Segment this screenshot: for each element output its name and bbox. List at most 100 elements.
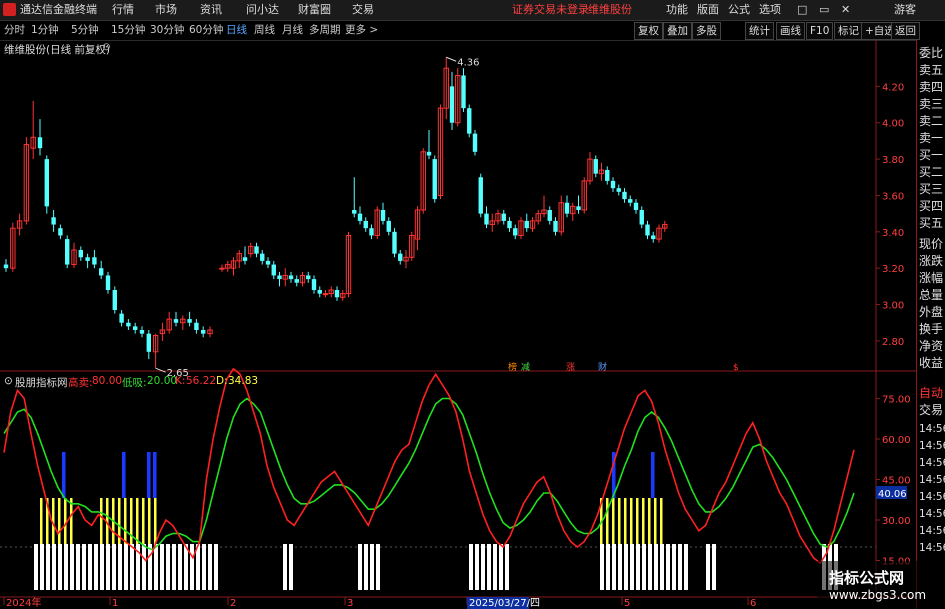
candle-body-down <box>3 264 9 269</box>
panel-auto[interactable]: 自动 <box>919 385 943 401</box>
draw-button[interactable]: 画线 <box>776 22 805 40</box>
price-axis-label: 4.00 <box>882 119 904 130</box>
signal-bar-white <box>40 544 44 590</box>
signal-bar-yellow <box>618 498 621 544</box>
signal-bar-yellow <box>100 498 103 544</box>
signal-bar-white <box>666 544 670 590</box>
multi-stock-button[interactable]: 多股 <box>692 22 721 40</box>
period-60min[interactable]: 60分钟 <box>189 23 223 38</box>
event-marker: 涨 <box>566 362 575 373</box>
signal-bar-yellow <box>136 498 139 544</box>
signal-bar-white <box>487 544 491 590</box>
period-multi[interactable]: 多周期 <box>309 23 341 38</box>
current-value-label: 40.06 <box>878 489 907 500</box>
indicator-icon[interactable]: ⊙ <box>4 375 13 387</box>
panel-ask2: 卖二 <box>919 114 944 128</box>
signal-bar-white <box>94 544 98 590</box>
price-axis-label: 3.00 <box>882 301 904 312</box>
panel-bid5: 买五 <box>919 216 944 230</box>
period-15min[interactable]: 15分钟 <box>111 23 145 38</box>
period-daily[interactable]: 日线 <box>226 23 247 38</box>
restore-button[interactable]: □ <box>797 2 807 18</box>
signal-bar-white <box>642 544 646 590</box>
period-30min[interactable]: 30分钟 <box>150 23 184 38</box>
menu-formula[interactable]: 公式 <box>728 2 750 18</box>
candle-body-down <box>265 260 271 265</box>
mark-button[interactable]: 标记 <box>834 22 863 40</box>
panel-price: 现价 <box>919 237 944 251</box>
stock-name-header: 维维股份 <box>588 3 632 16</box>
signal-bar-white <box>624 544 628 590</box>
candle-body-down <box>146 333 151 352</box>
signal-bar-blue <box>122 452 126 498</box>
event-marker: 减 <box>521 361 530 373</box>
param-k-value: 56.22 <box>186 375 217 387</box>
menu-news[interactable]: 资讯 <box>200 2 222 18</box>
candle-body-down <box>58 228 63 236</box>
candle-body-down <box>553 220 558 232</box>
stats-button[interactable]: 统计 <box>745 22 774 40</box>
candle-body-down <box>507 220 512 229</box>
signal-bar-white <box>214 544 218 590</box>
chart-svg[interactable]: 4.20 4.00 3.80 3.60 3.40 3.20 3.00 2.80 75.00 60.… <box>0 40 916 609</box>
minimize-button[interactable]: ▭ <box>819 2 829 18</box>
period-monthly[interactable]: 月线 <box>282 23 303 38</box>
signal-bar-white <box>481 544 485 590</box>
signal-bar-yellow <box>70 498 73 544</box>
indicator-name[interactable]: 股朋指标网 <box>15 375 68 390</box>
signal-bar-white <box>82 544 86 590</box>
signal-bar-white <box>475 544 479 590</box>
candle-body-down <box>306 275 311 280</box>
param-sell-value: 80.00 <box>92 375 123 387</box>
f10-button[interactable]: F10 <box>806 22 834 40</box>
signal-bar-white <box>52 544 56 590</box>
signal-bar-white <box>58 544 62 590</box>
signal-bar-white <box>684 544 688 590</box>
period-minute-line[interactable]: 分时 <box>4 23 25 38</box>
menu-trade[interactable]: 交易 <box>352 2 374 18</box>
candle-body-down <box>478 177 483 214</box>
login-status[interactable]: 证券交易未登录 <box>512 2 589 18</box>
back-button[interactable]: 返回 <box>891 22 920 40</box>
signal-bar-blue <box>62 452 66 498</box>
panel-trade[interactable]: 交易 <box>919 402 943 418</box>
menu-layout[interactable]: 版面 <box>697 2 719 18</box>
high-marker-label: 4.36 <box>457 57 479 68</box>
signal-bar-white <box>106 544 110 590</box>
signal-bar-white <box>160 544 164 590</box>
panel-bid3: 买三 <box>919 182 944 196</box>
candle-body-up <box>322 293 329 296</box>
candle-body-down <box>622 191 627 200</box>
price-axis-label: 2.80 <box>882 337 904 348</box>
menu-market[interactable]: 市场 <box>155 2 177 18</box>
signal-bar-white <box>70 544 74 590</box>
menu-options[interactable]: 选项 <box>759 2 781 18</box>
signal-bar-yellow <box>642 498 645 544</box>
menu-wealth[interactable]: 财富圈 <box>298 2 331 18</box>
candle-body-down <box>576 206 581 210</box>
period-weekly[interactable]: 周线 <box>254 23 275 38</box>
period-1min[interactable]: 1分钟 <box>31 23 59 38</box>
candle-body-down <box>334 290 340 298</box>
guest-label[interactable]: 游客 <box>894 2 916 18</box>
candle-body-down <box>352 210 357 214</box>
overlay-button[interactable]: 叠加 <box>663 22 692 40</box>
signal-bar-white <box>202 544 206 590</box>
signal-bar-white <box>283 544 287 590</box>
adjust-button[interactable]: 复权 <box>634 22 663 40</box>
signal-bar-white <box>130 544 134 590</box>
signal-bar-white <box>118 544 122 590</box>
param-d-value: 34.83 <box>228 375 259 387</box>
period-more[interactable]: 更多 > <box>345 23 378 38</box>
candle-body-down <box>173 319 179 323</box>
menu-function[interactable]: 功能 <box>666 2 688 18</box>
panel-time-4: 14:56 <box>919 474 945 486</box>
close-button[interactable]: ✕ <box>841 2 850 18</box>
period-5min[interactable]: 5分钟 <box>71 23 99 38</box>
candle-body-down <box>201 330 206 334</box>
candle-body-down <box>513 228 518 236</box>
menu-quotes[interactable]: 行情 <box>112 2 134 18</box>
menu-ask[interactable]: 问小达 <box>246 2 279 18</box>
panel-time-3: 14:56 <box>919 457 945 469</box>
signal-bar-white <box>612 544 616 590</box>
